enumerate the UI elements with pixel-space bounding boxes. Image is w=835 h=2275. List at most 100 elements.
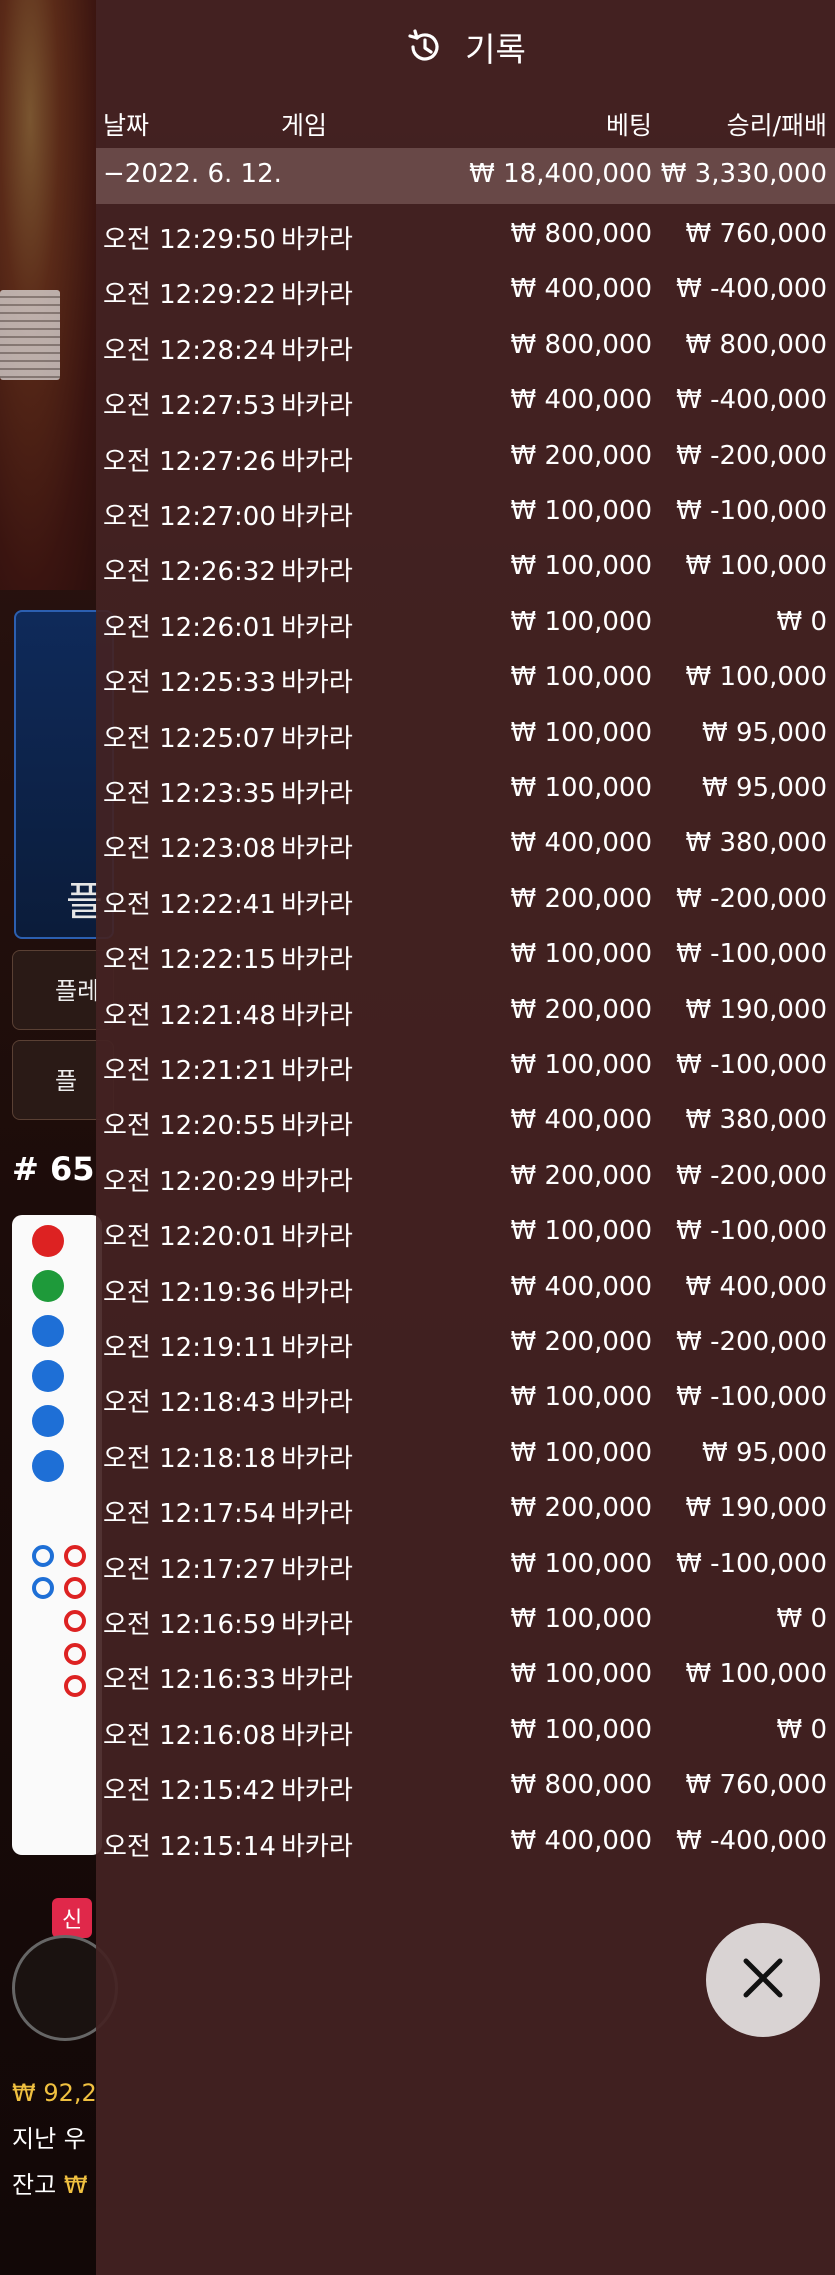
balance-prefix: ₩: [63, 2171, 88, 2199]
close-button[interactable]: [706, 1923, 820, 2037]
history-row[interactable]: 오전 12:16:08 바카라 ₩ 100,000 ₩ 0: [96, 1704, 835, 1759]
row-result: ₩ -100,000: [676, 939, 827, 970]
history-row[interactable]: 오전 12:22:15 바카라 ₩ 100,000 ₩ -100,000: [96, 928, 835, 983]
row-result: ₩ -100,000: [676, 496, 827, 526]
road-ring: [32, 1577, 54, 1599]
history-row[interactable]: 오전 12:27:53 바카라 ₩ 400,000 ₩ -400,000: [96, 374, 835, 429]
row-game: 바카라: [281, 1166, 353, 1197]
row-bet: ₩ 100,000: [510, 662, 653, 693]
row-game: 바카라: [281, 1443, 353, 1474]
header-result: 승리/패배: [726, 111, 827, 140]
row-result: ₩ 760,000: [685, 1770, 828, 1801]
row-bet: ₩ 100,000: [510, 1050, 653, 1080]
row-game: 바카라: [281, 557, 353, 588]
row-result: ₩ 95,000: [702, 773, 827, 803]
row-game: 바카라: [281, 391, 353, 422]
row-time: 오전 12:19:36: [103, 1277, 276, 1308]
history-row[interactable]: 오전 12:15:14 바카라 ₩ 400,000 ₩ -400,000: [96, 1815, 835, 1870]
history-row[interactable]: 오전 12:21:21 바카라 ₩ 100,000 ₩ -100,000: [96, 1039, 835, 1094]
road-dot: [32, 1450, 64, 1482]
road-dot: [32, 1270, 64, 1302]
row-time: 오전 12:25:07: [103, 723, 276, 754]
history-row[interactable]: 오전 12:20:29 바카라 ₩ 200,000 ₩ -200,000: [96, 1150, 835, 1205]
player-pair-button-label: 플: [55, 1067, 78, 1095]
row-result: ₩ 760,000: [685, 219, 828, 249]
history-row[interactable]: 오전 12:29:50 바카라 ₩ 800,000 ₩ 760,000: [96, 208, 835, 263]
history-row[interactable]: 오전 12:23:35 바카라 ₩ 100,000 ₩ 95,000: [96, 762, 835, 817]
row-time: 오전 12:29:50: [103, 225, 276, 255]
history-row[interactable]: 오전 12:19:36 바카라 ₩ 400,000 ₩ 400,000: [96, 1261, 835, 1316]
history-row[interactable]: 오전 12:27:26 바카라 ₩ 200,000 ₩ -200,000: [96, 430, 835, 485]
row-time: 오전 12:20:55: [103, 1111, 276, 1142]
row-time: 오전 12:17:54: [103, 1499, 276, 1530]
history-row[interactable]: 오전 12:19:11 바카라 ₩ 200,000 ₩ -200,000: [96, 1316, 835, 1371]
row-bet: ₩ 100,000: [510, 1714, 653, 1745]
row-bet: ₩ 200,000: [510, 994, 653, 1025]
row-bet: ₩ 400,000: [510, 1825, 653, 1856]
row-bet: ₩ 100,000: [510, 939, 653, 970]
road-ring: [64, 1577, 86, 1599]
row-result: ₩ 380,000: [685, 1105, 828, 1136]
row-game: 바카라: [281, 280, 353, 311]
row-game: 바카라: [281, 1610, 353, 1640]
header-game: 게임: [281, 111, 328, 140]
history-row[interactable]: 오전 12:17:54 바카라 ₩ 200,000 ₩ 190,000: [96, 1482, 835, 1537]
history-row[interactable]: 오전 12:26:32 바카라 ₩ 100,000 ₩ 100,000: [96, 540, 835, 595]
history-row[interactable]: 오전 12:18:43 바카라 ₩ 100,000 ₩ -100,000: [96, 1371, 835, 1426]
history-header: 기록: [96, 0, 835, 94]
row-bet: ₩ 100,000: [510, 717, 653, 748]
row-game: 바카라: [281, 225, 353, 255]
row-result: ₩ 0: [776, 1714, 827, 1745]
row-time: 오전 12:16:59: [103, 1610, 276, 1640]
row-time: 오전 12:25:33: [103, 668, 276, 699]
row-time: 오전 12:16:33: [103, 1665, 276, 1696]
history-row[interactable]: 오전 12:20:01 바카라 ₩ 100,000 ₩ -100,000: [96, 1205, 835, 1260]
row-time: 오전 12:23:35: [103, 779, 276, 809]
history-row[interactable]: 오전 12:16:33 바카라 ₩ 100,000 ₩ 100,000: [96, 1648, 835, 1703]
history-row[interactable]: 오전 12:18:18 바카라 ₩ 100,000 ₩ 95,000: [96, 1427, 835, 1482]
history-row[interactable]: 오전 12:26:01 바카라 ₩ 100,000 ₩ 0: [96, 596, 835, 651]
row-bet: ₩ 100,000: [510, 1382, 653, 1413]
table-header: 날짜 게임 베팅 승리/패배: [96, 94, 835, 148]
row-bet: ₩ 400,000: [510, 1105, 653, 1136]
row-game: 바카라: [281, 1388, 353, 1419]
row-result: ₩ -100,000: [676, 1548, 827, 1579]
history-row[interactable]: 오전 12:28:24 바카라 ₩ 800,000 ₩ 800,000: [96, 319, 835, 374]
history-row[interactable]: 오전 12:23:08 바카라 ₩ 400,000 ₩ 380,000: [96, 817, 835, 872]
row-game: 바카라: [281, 889, 353, 920]
road-dot: [32, 1405, 64, 1437]
history-row[interactable]: 오전 12:20:55 바카라 ₩ 400,000 ₩ 380,000: [96, 1094, 835, 1149]
row-result: ₩ 95,000: [702, 717, 827, 748]
history-row[interactable]: 오전 12:29:22 바카라 ₩ 400,000 ₩ -400,000: [96, 263, 835, 318]
history-row[interactable]: 오전 12:22:41 바카라 ₩ 200,000 ₩ -200,000: [96, 873, 835, 928]
road-ring: [32, 1545, 54, 1567]
history-row[interactable]: 오전 12:17:27 바카라 ₩ 100,000 ₩ -100,000: [96, 1538, 835, 1593]
row-game: 바카라: [281, 612, 353, 643]
row-time: 오전 12:19:11: [103, 1333, 276, 1363]
history-row[interactable]: 오전 12:15:42 바카라 ₩ 800,000 ₩ 760,000: [96, 1759, 835, 1814]
history-row[interactable]: 오전 12:25:33 바카라 ₩ 100,000 ₩ 100,000: [96, 651, 835, 706]
row-bet: ₩ 200,000: [510, 1493, 653, 1524]
summary-result: ₩ 3,330,000: [660, 159, 827, 189]
row-time: 오전 12:21:21: [103, 1056, 276, 1086]
row-time: 오전 12:16:08: [103, 1720, 276, 1751]
row-game: 바카라: [281, 1333, 353, 1363]
row-game: 바카라: [281, 335, 353, 366]
row-game: 바카라: [281, 1222, 353, 1253]
history-row[interactable]: 오전 12:27:00 바카라 ₩ 100,000 ₩ -100,000: [96, 485, 835, 540]
row-bet: ₩ 100,000: [510, 1437, 653, 1468]
road-ring: [64, 1610, 86, 1632]
date-summary-row[interactable]: −2022. 6. 12. ₩ 18,400,000 ₩ 3,330,000: [96, 148, 835, 204]
player-bet-button-label: 플레: [55, 977, 100, 1005]
row-time: 오전 12:21:48: [103, 1000, 276, 1031]
history-row[interactable]: 오전 12:25:07 바카라 ₩ 100,000 ₩ 95,000: [96, 707, 835, 762]
row-time: 오전 12:18:18: [103, 1443, 276, 1474]
row-time: 오전 12:23:08: [103, 834, 276, 865]
row-bet: ₩ 100,000: [510, 1659, 653, 1690]
row-result: ₩ -100,000: [676, 1382, 827, 1413]
history-row[interactable]: 오전 12:16:59 바카라 ₩ 100,000 ₩ 0: [96, 1593, 835, 1648]
row-game: 바카라: [281, 668, 353, 699]
history-row[interactable]: 오전 12:21:48 바카라 ₩ 200,000 ₩ 190,000: [96, 984, 835, 1039]
new-badge: 신: [52, 1898, 93, 1938]
row-bet: ₩ 800,000: [510, 219, 653, 249]
